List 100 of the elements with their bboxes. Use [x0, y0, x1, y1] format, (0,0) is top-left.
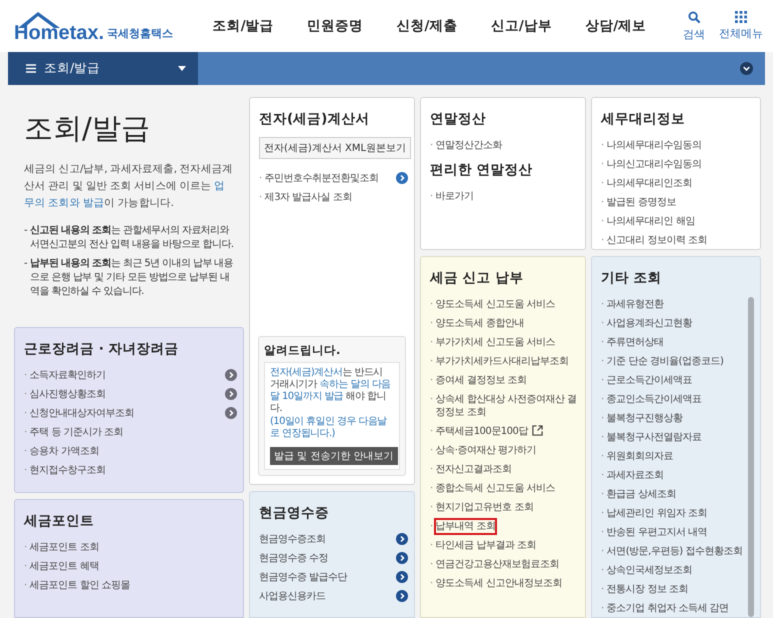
menu-link[interactable]: 나의신고대리수임동의: [606, 158, 702, 171]
bullet: ·: [601, 177, 604, 190]
search-icon: [688, 10, 700, 24]
bullet: ·: [430, 393, 433, 406]
logo-subtitle: 국세청홈택스: [107, 26, 174, 41]
menu-link[interactable]: 사업용계좌신고현황: [606, 317, 692, 330]
guide-button[interactable]: 발급 및 전송기한 안내보기: [270, 447, 398, 465]
menu-link[interactable]: 반송된 우편고지서 내역: [606, 526, 708, 539]
arrow-circle-icon[interactable]: [225, 388, 237, 400]
menu-link[interactable]: 근로소득간이세액표: [606, 374, 692, 387]
nav-item[interactable]: 조회/발급: [212, 17, 274, 35]
menu-link[interactable]: 주류면허상태: [606, 336, 664, 349]
menu-link[interactable]: 종합소득세 신고도움 서비스: [436, 482, 556, 495]
bullet: ·: [24, 426, 27, 439]
menu-link[interactable]: 심사진행상황조회: [30, 388, 106, 401]
bullet: ·: [430, 501, 433, 514]
menu-link[interactable]: 발급된 증명정보: [606, 196, 676, 209]
menu-link[interactable]: 위원회회의자료: [606, 450, 674, 463]
card-title: 세금포인트: [24, 512, 95, 530]
bullet: ·: [601, 234, 604, 247]
arrow-circle-icon[interactable]: [396, 172, 408, 184]
bullet: ·: [430, 558, 433, 571]
bullet: ·: [24, 445, 27, 458]
logo-text[interactable]: Hometax.: [14, 23, 104, 43]
menu-link[interactable]: 과세유형전환: [606, 298, 664, 311]
menu-link[interactable]: 바로가기: [436, 190, 474, 203]
menu-link[interactable]: 현금영수증 발급수단: [259, 571, 348, 584]
menu-link[interactable]: 서면(방문,우편등) 접수현황조회: [606, 545, 742, 558]
arrow-circle-icon[interactable]: [225, 407, 237, 419]
xml-view-button[interactable]: 전자(세금)계산서 XML원본보기: [259, 137, 412, 159]
arrow-circle-icon[interactable]: [225, 369, 237, 381]
bullet: ·: [601, 602, 604, 615]
menu-link[interactable]: 전통시장 정보 조회: [606, 583, 688, 596]
menu-link[interactable]: 양도소득세 신고안내정보조회: [436, 577, 562, 590]
scrollbar[interactable]: [748, 297, 754, 617]
menu-link[interactable]: 현금영수증 수정: [259, 552, 328, 565]
nav-item[interactable]: 상담/제보: [585, 17, 646, 35]
bullet: ·: [430, 482, 433, 495]
menu-link[interactable]: 과세자료조회: [606, 469, 664, 482]
bullet: ·: [601, 139, 604, 152]
menu-link[interactable]: 나의세무대리인 해임: [606, 215, 695, 228]
nav-item[interactable]: 신고/납부: [490, 17, 552, 35]
bullet: ·: [430, 463, 433, 476]
arrow-circle-icon[interactable]: [396, 552, 408, 564]
card-title: 전자(세금)계산서: [259, 110, 370, 128]
menu-link[interactable]: 나의세무대리인조회: [606, 177, 692, 190]
menu-link[interactable]: 연금건강고용산재보험료조회: [436, 558, 560, 571]
menu-link[interactable]: 타인세금 납부결과 조회: [436, 539, 536, 552]
menu-icon: [26, 64, 36, 73]
menu-link[interactable]: 사업용신용카드: [259, 590, 326, 603]
arrow-circle-icon[interactable]: [396, 571, 408, 583]
menu-link[interactable]: 상속인국세정보조회: [606, 564, 692, 577]
menu-link[interactable]: 주민번호수취분전환및조회: [264, 172, 379, 185]
expand-icon[interactable]: [740, 62, 753, 75]
menu-link[interactable]: 불복청구진행상황: [606, 412, 683, 425]
arrow-circle-icon[interactable]: [396, 590, 408, 602]
menu-link[interactable]: 연말정산간소화: [436, 139, 502, 152]
menu-link[interactable]: 기준 단순 경비율(업종코드): [606, 355, 724, 368]
menu-link[interactable]: 상속세 합산대상 사전증여재산 결정정보 조회: [436, 393, 579, 419]
search-button[interactable]: 검색: [683, 10, 705, 42]
menu-link[interactable]: 제3자 발급사실 조회: [264, 191, 352, 204]
menu-link[interactable]: 승용차 가액조회: [30, 445, 99, 458]
menu-link[interactable]: 부가가치세 신고도움 서비스: [436, 336, 556, 349]
menu-link[interactable]: 주택세금100문100답: [436, 425, 528, 438]
menu-link[interactable]: 현금영수증조회: [259, 533, 326, 546]
menu-link[interactable]: 주택 등 기준시가 조회: [30, 426, 124, 439]
card-title: 현금영수증: [259, 504, 330, 522]
menu-link[interactable]: 양도소득세 신고도움 서비스: [436, 298, 556, 311]
bullet: ·: [24, 464, 27, 477]
menu-link[interactable]: 납세관리인 위임자 조회: [606, 507, 708, 520]
menu-link[interactable]: 전자신고결과조회: [436, 463, 512, 476]
page-title: 조회/발급: [24, 110, 151, 147]
menu-link[interactable]: 신청안내대상자여부조회: [30, 407, 134, 420]
all-menu-button[interactable]: 전체메뉴: [719, 10, 763, 42]
menu-link[interactable]: 불복청구사전열람자료: [606, 431, 702, 444]
menu-link[interactable]: 중소기업 취업자 소득세 감면: [606, 602, 729, 615]
menu-link[interactable]: 상속·증여재산 평가하기: [436, 444, 536, 457]
menu-link[interactable]: 증여세 결정정보 조회: [436, 374, 527, 387]
menu-link[interactable]: 신고대리 정보이력 조회: [606, 234, 708, 247]
menu-link[interactable]: 납부내역 조회: [436, 520, 496, 533]
menu-link[interactable]: 세금포인트 혜택: [30, 560, 99, 573]
bullet: ·: [430, 520, 433, 533]
note-text: 신고된 내용의 조회는 관할세무서의 자료처리와 서면신고분의 전산 입력 내용을 바탕으로 합니다.: [30, 224, 234, 252]
nav-item[interactable]: 민원증명: [307, 17, 364, 35]
menu-link[interactable]: 환급금 상세조회: [606, 488, 676, 501]
menu-link[interactable]: 현지기업고유번호 조회: [436, 501, 534, 514]
arrow-circle-icon[interactable]: [396, 533, 408, 545]
bullet: ·: [601, 158, 604, 171]
menu-link[interactable]: 부가가치세카드사대리납부조회: [436, 355, 569, 368]
menu-link[interactable]: 세금포인트 조회: [30, 541, 99, 554]
menu-link[interactable]: 현지접수창구조회: [30, 464, 106, 477]
dash-mark: -: [24, 224, 28, 238]
bullet: ·: [601, 393, 604, 406]
menu-link[interactable]: 나의세무대리수임동의: [606, 139, 702, 152]
menu-link[interactable]: 종교인소득간이세액표: [606, 393, 702, 406]
nav-item[interactable]: 신청/제출: [396, 17, 458, 35]
menu-link[interactable]: 세금포인트 할인 쇼핑몰: [30, 579, 130, 592]
bullet: ·: [601, 507, 604, 520]
menu-link[interactable]: 양도소득세 종합안내: [436, 317, 524, 330]
menu-link[interactable]: 소득자료확인하기: [30, 369, 106, 382]
